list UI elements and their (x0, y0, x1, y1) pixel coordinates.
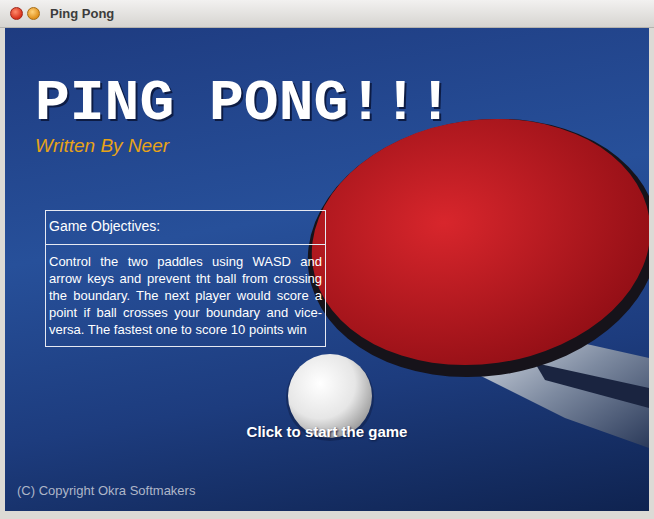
start-prompt[interactable]: Click to start the game (5, 421, 649, 444)
game-screen[interactable]: PING PONG!!!Written By Neer Game Objectiv… (5, 28, 649, 511)
author-credit: Written By Neer (35, 135, 649, 158)
title-bar: Ping Pong (0, 0, 654, 28)
objectives-text: Control the two paddles using WASD and a… (46, 245, 325, 346)
menu-layer: PING PONG!!!Written By Neer Game Objectiv… (5, 28, 649, 511)
window-title: Ping Pong (50, 4, 114, 24)
game-title: PING PONG!!! (35, 75, 649, 133)
copyright-text: (C) Copyright Okra Softmakers (5, 481, 649, 512)
objectives-heading: Game Objectives: (46, 211, 325, 245)
minimize-icon[interactable] (27, 7, 40, 20)
close-icon[interactable] (10, 7, 23, 20)
objectives-panel: Game Objectives:Control the two paddles … (45, 210, 326, 347)
game-window: Ping Pong PING PONG!!!Written By Neer Game… (0, 0, 654, 519)
